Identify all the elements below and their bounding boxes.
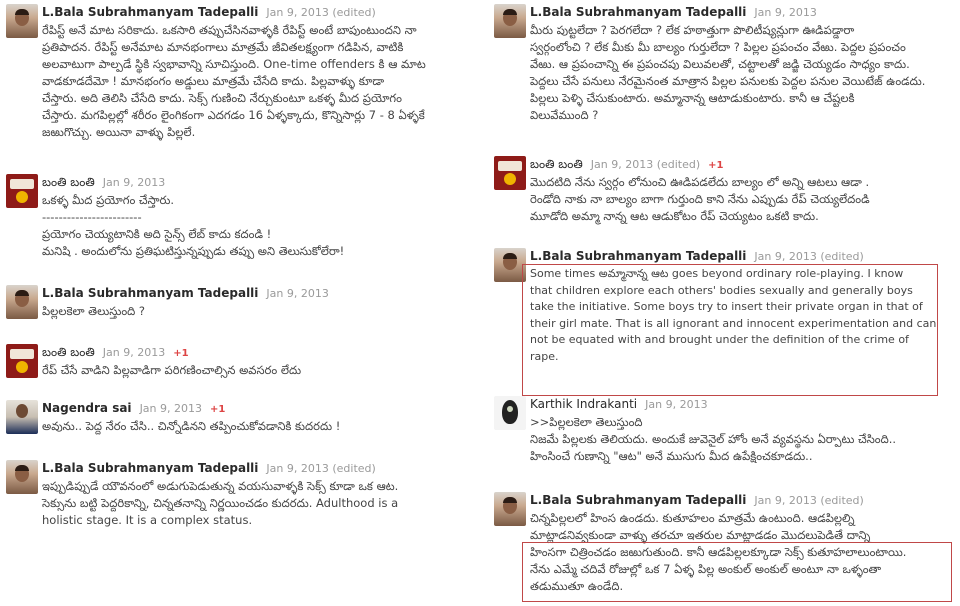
comment-line: చిన్నపిల్లలలో హింస ఉండదు. కుతూహలం మాత్రమ… [530, 511, 855, 525]
comment-line: వాడకూడదేమో ! మానభంగం అడ్డులు మాత్రమే చేస… [42, 74, 385, 88]
comment-line: వేఱు. ఆ ప్రపంచాన్ని ఈ ప్రపంచపు విలువలతో,… [530, 57, 910, 71]
comment-body: మీరు పుట్టలేదా ? పెరగలేదా ? లేక హఠాత్తుగ… [530, 22, 952, 124]
comment: బంతి బంతి Jan 9, 2013 +1 రేప్ చేసే వాడిని … [0, 340, 470, 390]
avatar[interactable] [6, 400, 38, 434]
avatar[interactable] [6, 174, 38, 208]
comment-line: పిల్లలు పెళ్ళి చేసుకుంటారు. అమ్మానాన్న ఆ… [530, 91, 855, 105]
avatar[interactable] [6, 285, 38, 319]
comment-line: రేపిస్ట్ అనే మాట సరికాదు. ఒకసారి తప్పుచే… [42, 23, 417, 37]
comment-date[interactable]: Jan 9, 2013 (edited) [266, 6, 375, 19]
comment-header: L.Bala Subrahmanyam Tadepalli Jan 9, 2013… [42, 460, 376, 477]
avatar[interactable] [6, 460, 38, 494]
comment: బంతి బంతి Jan 9, 2013 ఒకళ్ళ మీద ప్రయోగం చ… [0, 170, 470, 270]
comment-body: రేప్ చేసే వాడిని పిల్లవాడిగా పరిగణించాల్… [42, 362, 462, 379]
comment-header: బంతి బంతి Jan 9, 2013 [42, 174, 165, 191]
comment-body: పిల్లలకెలా తెలుస్తుంది ? [42, 303, 462, 320]
highlight-box [522, 542, 952, 602]
comment-line: ------------------------ [42, 210, 142, 224]
comment-header: Karthik Indrakanti Jan 9, 2013 [530, 396, 708, 413]
author-name[interactable]: Nagendra sai [42, 401, 132, 415]
avatar[interactable] [494, 396, 526, 430]
highlight-box [522, 264, 938, 396]
author-name[interactable]: L.Bala Subrahmanyam Tadepalli [530, 249, 746, 263]
author-name[interactable]: బంతి బంతి [530, 157, 583, 171]
avatar[interactable] [494, 492, 526, 526]
comment-line: ఇప్పుడిప్పుడే యౌవనంలో అడుగుపెడుతున్న వయస… [42, 479, 399, 493]
comment-date[interactable]: Jan 9, 2013 [103, 346, 165, 359]
comment: L.Bala Subrahmanyam Tadepalli Jan 9, 2013… [0, 281, 470, 331]
avatar[interactable] [6, 344, 38, 378]
comment: L.Bala Subrahmanyam Tadepalli Jan 9, 2013… [488, 488, 960, 606]
comment-header: L.Bala Subrahmanyam Tadepalli Jan 9, 2013 [530, 4, 817, 21]
author-name[interactable]: L.Bala Subrahmanyam Tadepalli [42, 5, 258, 19]
comment-line: మనిషి . అందులోను ప్రతిఘటిస్తున్నప్పుడు త… [42, 244, 345, 258]
comment-date[interactable]: Jan 9, 2013 [103, 176, 165, 189]
comment-line: holistic stage. It is a complex status. [42, 513, 253, 527]
comment-line: అవును.. పెద్ద నేరం చేసి.. చిన్నోడినని తప… [42, 419, 341, 433]
comment-line: రెండోది నాకు నా బాల్యం బాగా గుర్తుంది కా… [530, 192, 870, 206]
comment-line: జఱుగొచ్చు. అయినా వాళ్ళు పిల్లలే. [42, 125, 196, 139]
comment-line: పెద్దలు చేసే పనులు నేరమైనంత మాత్రాన పిల్… [530, 74, 926, 88]
comment-header: L.Bala Subrahmanyam Tadepalli Jan 9, 2013 [42, 285, 329, 302]
comment-body: ఇప్పుడిప్పుడే యౌవనంలో అడుగుపెడుతున్న వయస… [42, 478, 462, 529]
comment-line: ప్రయోగం చెయ్యటానికి అది సైన్స్ లేబ్ కాదు… [42, 227, 272, 241]
comment-line: >>పిల్లలకెలా తెలుస్తుంది [530, 415, 643, 429]
author-name[interactable]: Karthik Indrakanti [530, 397, 637, 411]
comment-line: ఒకళ్ళ మీద ప్రయోగం చేస్తారు. [42, 193, 174, 207]
plus-one-count[interactable]: +1 [210, 404, 225, 415]
author-name[interactable]: L.Bala Subrahmanyam Tadepalli [42, 461, 258, 475]
comment-date[interactable]: Jan 9, 2013 (edited) [754, 250, 863, 263]
comment: Karthik Indrakanti Jan 9, 2013 >>పిల్లలకె… [488, 392, 960, 478]
comment: L.Bala Subrahmanyam Tadepalli Jan 9, 2013… [0, 456, 470, 546]
comment-body: రేపిస్ట్ అనే మాట సరికాదు. ఒకసారి తప్పుచే… [42, 22, 462, 141]
plus-one-count[interactable]: +1 [173, 348, 188, 359]
comment-line: స్వర్గంలోంచి ? లేక మీకు మీ బాల్యం గుర్తు… [530, 40, 906, 54]
comment-date[interactable]: Jan 9, 2013 (edited) [266, 462, 375, 475]
avatar[interactable] [6, 4, 38, 38]
comment-line: పిల్లలకెలా తెలుస్తుంది ? [42, 304, 146, 318]
comment-body: >>పిల్లలకెలా తెలుస్తుంది నిజమే పిల్లలకు … [530, 414, 952, 465]
comment-date[interactable]: Jan 9, 2013 [645, 398, 707, 411]
comment-line: రేప్ చేసే వాడిని పిల్లవాడిగా పరిగణించాల్… [42, 363, 302, 377]
author-name[interactable]: L.Bala Subrahmanyam Tadepalli [42, 286, 258, 300]
comment-header: Nagendra sai Jan 9, 2013 +1 [42, 400, 225, 418]
comment-line: చేస్తారు. అది తెలిసి చేసేది కాదు. సెక్స్… [42, 91, 402, 105]
comment: L.Bala Subrahmanyam Tadepalli Jan 9, 2013… [488, 244, 960, 396]
author-name[interactable]: బంతి బంతి [42, 345, 95, 359]
comment-date[interactable]: Jan 9, 2013 [754, 6, 816, 19]
plus-one-count[interactable]: +1 [708, 160, 723, 171]
comment-line: మూడోది అమ్మా నాన్న ఆట ఆడుకోటం రేప్ చెయ్య… [530, 209, 819, 223]
comment-line: ప్రతిపాదన. రేపిస్ట్ అనేమాట మానభంగాలు మాత… [42, 40, 404, 54]
author-name[interactable]: బంతి బంతి [42, 175, 95, 189]
comment-line: మీరు పుట్టలేదా ? పెరగలేదా ? లేక హఠాత్తుగ… [530, 23, 855, 37]
comment-line: హింసించే గుణాన్ని "ఆట" అనే ముసుగు మీద ఉప… [530, 449, 813, 463]
comment-date[interactable]: Jan 9, 2013 [266, 287, 328, 300]
comment-body: అవును.. పెద్ద నేరం చేసి.. చిన్నోడినని తప… [42, 418, 462, 435]
comment-line: సెక్సును బట్టి పెద్దరికాన్ని, చిన్నతనాన్… [42, 496, 399, 510]
comment-line: అలవాటుగా పాల్పడే స్థికి స్వభావాన్ని సూచి… [42, 57, 426, 71]
comment-line: మొదటిది నేను స్వర్గం లోనుంచి ఊడిపడలేదు బ… [530, 175, 870, 189]
comment-date[interactable]: Jan 9, 2013 (edited) [591, 158, 700, 171]
comment: L.Bala Subrahmanyam Tadepalli Jan 9, 2013… [488, 0, 960, 140]
comment-body: ఒకళ్ళ మీద ప్రయోగం చేస్తారు. ------------… [42, 192, 462, 260]
comment-header: L.Bala Subrahmanyam Tadepalli Jan 9, 2013… [530, 492, 864, 509]
comment-header: L.Bala Subrahmanyam Tadepalli Jan 9, 2013… [530, 248, 864, 265]
comment-header: బంతి బంతి Jan 9, 2013 (edited) +1 [530, 156, 724, 174]
comment: L.Bala Subrahmanyam Tadepalli Jan 9, 2013… [0, 0, 470, 160]
comment: Nagendra sai Jan 9, 2013 +1 అవును.. పెద్ద … [0, 396, 470, 446]
avatar[interactable] [494, 4, 526, 38]
comment-header: బంతి బంతి Jan 9, 2013 +1 [42, 344, 189, 362]
comment-date[interactable]: Jan 9, 2013 (edited) [754, 494, 863, 507]
author-name[interactable]: L.Bala Subrahmanyam Tadepalli [530, 5, 746, 19]
comment-line: చేస్తారు. మగపిల్లల్లో శరీరం లైంగికంగా ఎద… [42, 108, 425, 122]
comment-body: మొదటిది నేను స్వర్గం లోనుంచి ఊడిపడలేదు బ… [530, 174, 952, 225]
author-name[interactable]: L.Bala Subrahmanyam Tadepalli [530, 493, 746, 507]
comment-line: విలువేముంది ? [530, 108, 599, 122]
comment-header: L.Bala Subrahmanyam Tadepalli Jan 9, 2013… [42, 4, 376, 21]
avatar[interactable] [494, 156, 526, 190]
comment-line: నిజమే పిల్లలకు తెలియదు. అందుకే జువెనైల్ … [530, 432, 897, 446]
comment-date[interactable]: Jan 9, 2013 [140, 402, 202, 415]
comment: బంతి బంతి Jan 9, 2013 (edited) +1 మొదటిది … [488, 152, 960, 232]
